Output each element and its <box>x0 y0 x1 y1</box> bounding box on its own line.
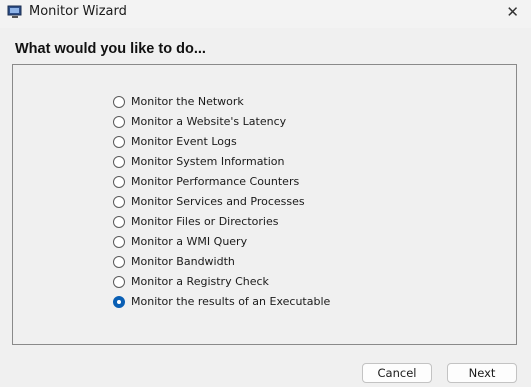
monitor-app-icon <box>7 5 22 18</box>
title-bar: Monitor Wizard ✕ <box>0 0 531 28</box>
option-label: Monitor a Registry Check <box>131 275 269 288</box>
option-monitor-files-directories[interactable]: Monitor Files or Directories <box>113 212 330 232</box>
option-label: Monitor Bandwidth <box>131 255 235 268</box>
option-monitor-bandwidth[interactable]: Monitor Bandwidth <box>113 252 330 272</box>
option-label: Monitor a Website's Latency <box>131 115 287 128</box>
option-monitor-website-latency[interactable]: Monitor a Website's Latency <box>113 112 330 132</box>
radio-button[interactable] <box>113 196 125 208</box>
options-panel: Monitor the Network Monitor a Website's … <box>12 64 517 345</box>
monitor-options-group: Monitor the Network Monitor a Website's … <box>113 92 330 312</box>
cancel-button[interactable]: Cancel <box>362 363 432 383</box>
option-label: Monitor Performance Counters <box>131 175 300 188</box>
next-button[interactable]: Next <box>447 363 517 383</box>
option-monitor-system-information[interactable]: Monitor System Information <box>113 152 330 172</box>
radio-button[interactable] <box>113 236 125 248</box>
radio-button[interactable] <box>113 296 125 308</box>
option-label: Monitor the results of an Executable <box>131 295 331 308</box>
radio-button[interactable] <box>113 176 125 188</box>
option-label: Monitor Event Logs <box>131 135 237 148</box>
radio-button[interactable] <box>113 216 125 228</box>
option-monitor-executable-results[interactable]: Monitor the results of an Executable <box>113 292 330 312</box>
radio-button[interactable] <box>113 136 125 148</box>
option-label: Monitor Files or Directories <box>131 215 279 228</box>
option-label: Monitor the Network <box>131 95 244 108</box>
option-monitor-wmi-query[interactable]: Monitor a WMI Query <box>113 232 330 252</box>
page-heading: What would you like to do... <box>15 41 206 57</box>
radio-button[interactable] <box>113 256 125 268</box>
radio-button[interactable] <box>113 156 125 168</box>
option-label: Monitor Services and Processes <box>131 195 305 208</box>
option-monitor-network[interactable]: Monitor the Network <box>113 92 330 112</box>
radio-button[interactable] <box>113 96 125 108</box>
radio-button[interactable] <box>113 116 125 128</box>
option-monitor-event-logs[interactable]: Monitor Event Logs <box>113 132 330 152</box>
option-monitor-performance-counters[interactable]: Monitor Performance Counters <box>113 172 330 192</box>
option-label: Monitor System Information <box>131 155 285 168</box>
radio-button[interactable] <box>113 276 125 288</box>
option-monitor-services-processes[interactable]: Monitor Services and Processes <box>113 192 330 212</box>
close-icon[interactable]: ✕ <box>506 4 519 20</box>
option-label: Monitor a WMI Query <box>131 235 248 248</box>
window-title: Monitor Wizard <box>29 4 127 19</box>
option-monitor-registry-check[interactable]: Monitor a Registry Check <box>113 272 330 292</box>
